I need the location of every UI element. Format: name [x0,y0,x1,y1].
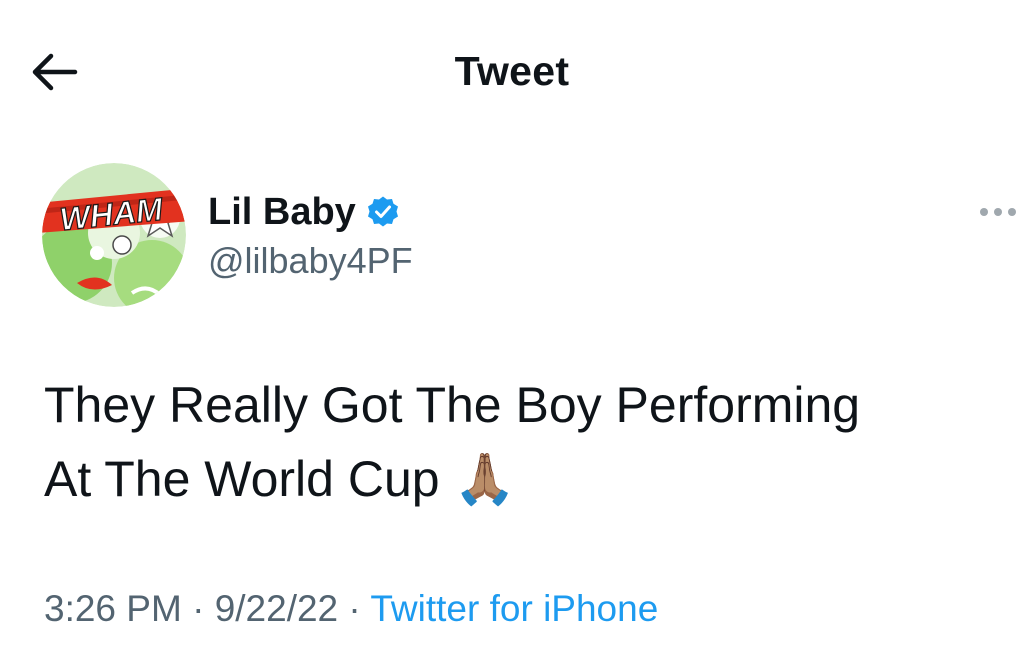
tweet-time[interactable]: 3:26 PM [44,588,182,629]
user-handle[interactable]: @lilbaby4PF [208,240,413,282]
author-name-row: Lil Baby [208,188,413,236]
author-info: Lil Baby @lilbaby4PF [208,188,413,282]
more-options-button[interactable] [978,198,1024,226]
verified-badge-icon [366,195,400,229]
tweet-date[interactable]: 9/22/22 [215,588,338,629]
ellipsis-icon [980,208,1016,216]
tweet-metadata: 3:26 PM · 9/22/22 · Twitter for iPhone [44,588,658,630]
display-name[interactable]: Lil Baby [208,191,356,234]
top-bar: Tweet [0,0,1024,140]
tweet-detail-page: Tweet WHAM Lil Baby @lilbaby4PF They Rea… [0,0,1024,664]
tweet-text: They Really Got The Boy Performing At Th… [44,377,861,507]
avatar[interactable]: WHAM [42,163,186,307]
tweet-source-link[interactable]: Twitter for iPhone [370,588,658,629]
avatar-image: WHAM [42,163,186,307]
page-title: Tweet [454,48,570,94]
meta-separator: · [192,588,205,629]
meta-separator: · [348,588,361,629]
